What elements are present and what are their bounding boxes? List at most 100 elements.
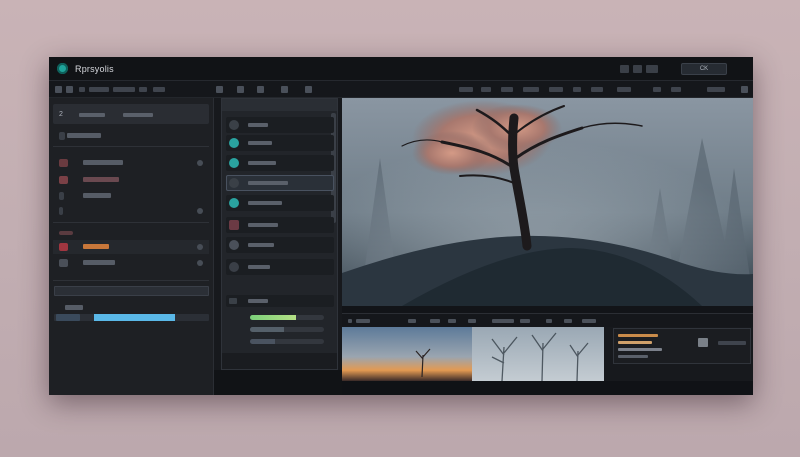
list-item[interactable] [53,240,209,254]
menu-item[interactable] [671,87,681,92]
play-icon[interactable] [348,319,352,323]
tool-icon[interactable] [237,86,244,93]
title-bar-button[interactable]: CK [681,63,727,75]
list-item[interactable] [53,256,209,270]
timeline-marker[interactable] [430,319,440,323]
info-box [613,328,751,364]
progress-fill [94,314,175,321]
menu-item[interactable] [113,87,135,92]
opacity-slider[interactable] [250,315,324,320]
menu-item[interactable] [89,87,109,92]
list-item-label [65,305,83,310]
toolbar [49,81,753,98]
item-toggle-icon[interactable] [197,160,203,166]
filmstrip-image [342,327,604,381]
layers-header [222,99,337,111]
window-control-icon[interactable] [646,65,658,73]
window-control-icon[interactable] [620,65,629,73]
layer-label [248,123,268,127]
menu-item[interactable] [549,87,563,92]
list-item-label [83,193,111,198]
tool-icon[interactable] [741,86,748,93]
timeline-marker[interactable] [492,319,514,323]
timeline-marker[interactable] [356,319,370,323]
layer-row[interactable] [226,217,334,233]
timeline-marker[interactable] [582,319,596,323]
list-item[interactable] [53,301,209,315]
item-icon [59,243,68,251]
menu-item[interactable] [573,87,581,92]
timeline-marker[interactable] [564,319,572,323]
timeline-marker[interactable] [448,319,456,323]
list-item[interactable] [53,156,209,170]
menu-item[interactable] [591,87,603,92]
item-toggle-icon[interactable] [197,208,203,214]
slider-fill [250,327,285,332]
layer-row[interactable] [226,117,334,133]
left-panel-tab-label[interactable] [123,113,153,117]
list-item[interactable] [53,189,209,203]
timeline-marker[interactable] [408,319,416,323]
window-control-icon[interactable] [633,65,642,73]
info-bar [618,334,658,337]
tool-icon[interactable] [257,86,264,93]
left-panel-tab-number[interactable]: 2 [59,111,63,118]
layer-row[interactable] [226,195,334,211]
blend-slider[interactable] [250,327,324,332]
tool-icon[interactable] [66,86,73,93]
list-item-label [67,133,101,138]
layer-label [248,141,272,145]
menu-item[interactable] [653,87,661,92]
divider [53,222,209,223]
list-item[interactable] [53,204,209,218]
info-bar [618,348,662,351]
tool-icon[interactable] [281,86,288,93]
item-toggle-icon[interactable] [197,260,203,266]
left-panel-tab-label[interactable] [79,113,105,117]
divider [53,146,209,147]
menu-item[interactable] [617,87,631,92]
menu-item[interactable] [481,87,491,92]
item-icon [59,259,68,267]
menu-item[interactable] [459,87,473,92]
fill-slider[interactable] [250,339,324,344]
layer-row[interactable] [226,135,334,151]
timeline-marker[interactable] [520,319,530,323]
layer-thumbnail [229,158,239,168]
canvas-viewport[interactable] [342,98,753,306]
layers-panel [221,98,338,370]
filmstrip[interactable] [342,327,604,381]
layer-label [248,223,278,227]
menu-item[interactable] [153,87,165,92]
list-item[interactable] [53,129,209,143]
layer-label [248,201,282,205]
layer-label [248,265,270,269]
item-toggle-icon[interactable] [197,244,203,250]
timeline-bar [342,313,753,327]
menu-item[interactable] [707,87,725,92]
layer-row[interactable] [226,259,334,275]
tool-icon[interactable] [216,86,223,93]
timeline-marker[interactable] [468,319,476,323]
menu-item[interactable] [139,87,147,92]
settings-field[interactable] [54,286,209,296]
list-item-label [83,160,123,165]
item-icon [59,132,65,140]
tool-icon[interactable] [305,86,312,93]
timeline-marker[interactable] [546,319,552,323]
menu-item[interactable] [523,87,539,92]
layer-row[interactable] [226,155,334,171]
item-icon [59,159,68,167]
menu-item[interactable] [79,87,85,92]
slider-fill [250,315,296,320]
list-item[interactable] [53,173,209,187]
tool-icon[interactable] [55,86,62,93]
menu-item[interactable] [501,87,513,92]
layer-row[interactable] [226,237,334,253]
info-icon[interactable] [698,338,708,347]
left-panel-tabs[interactable]: 2 [53,104,209,124]
list-item[interactable] [53,226,209,240]
layer-row[interactable] [226,295,334,307]
layer-row[interactable] [226,175,334,191]
layer-thumbnail [229,198,239,208]
